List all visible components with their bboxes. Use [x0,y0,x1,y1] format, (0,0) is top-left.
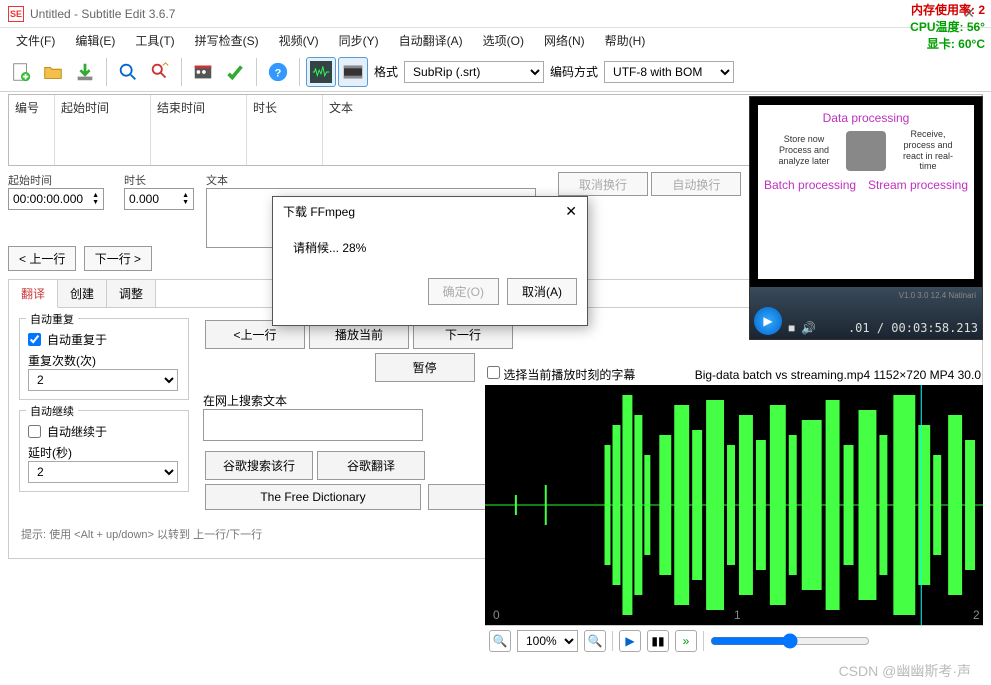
svg-text:?: ? [275,67,282,79]
tab-translate[interactable]: 翻译 [9,280,58,308]
pause-button[interactable]: 暂停 [375,353,475,382]
auto-continue-check[interactable]: 自动继续于 [28,423,180,440]
app-icon: SE [8,6,24,22]
dialog-title: 下载 FFmpeg [283,203,355,220]
menu-options[interactable]: 选项(O) [473,29,534,52]
menu-network[interactable]: 网络(N) [534,29,595,52]
system-overlay: 内存使用率: 2 CPU温度: 56° 显卡: 60°C [904,0,991,54]
ffmpeg-dialog: 下载 FFmpeg ✕ 请稍候... 28% 确定(O) 取消(A) [272,196,588,326]
menu-spell[interactable]: 拼写检查(S) [185,29,269,52]
spellcheck-icon[interactable] [220,57,250,87]
mem-usage: 内存使用率: 2 [910,2,985,19]
video-time: .01 / 00:03:58.213 [848,321,978,335]
dialog-ok-button: 确定(O) [428,278,499,305]
menu-sync[interactable]: 同步(Y) [329,29,389,52]
col-end: 结束时间 [151,95,247,165]
menu-translate[interactable]: 自动翻译(A) [389,29,473,52]
toolbar: ? 格式 SubRip (.srt) 编码方式 UTF-8 with BOM [0,52,991,92]
auto-wrap-button[interactable]: 自动换行 [651,172,741,196]
wave-play-icon[interactable]: ▶ [619,630,641,652]
auto-repeat-group: 自动重复 自动重复于 重复次数(次) 2 [19,318,189,400]
video-frame: Data processing Store now Process and an… [758,105,974,279]
menu-help[interactable]: 帮助(H) [595,29,656,52]
zoom-out-icon[interactable]: 🔍 [489,630,511,652]
search-icon[interactable] [113,57,143,87]
wave-next-icon[interactable]: » [675,630,697,652]
media-info: Big-data batch vs streaming.mp4 1152×720… [695,368,981,382]
help-icon[interactable]: ? [263,57,293,87]
select-current-check[interactable]: 选择当前播放时刻的字幕 [487,366,635,383]
cancel-wrap-button[interactable]: 取消换行 [558,172,648,196]
menubar: 文件(F) 编辑(E) 工具(T) 拼写检查(S) 视频(V) 同步(Y) 自动… [0,28,991,52]
video-icon[interactable] [338,57,368,87]
watermark: CSDN @幽幽斯考·声 [839,661,971,681]
freedict-button[interactable]: The Free Dictionary [205,484,421,510]
stop-icon[interactable]: ■ [788,321,795,335]
svg-text:2: 2 [973,608,980,622]
start-time-input[interactable]: 00:00:00.000▲▼ [8,188,104,210]
delay-select[interactable]: 2 [28,461,178,483]
tab-adjust[interactable]: 调整 [107,280,156,307]
binary-icon [846,131,886,171]
repeat-count-label: 重复次数(次) [28,352,180,369]
google-search-button[interactable]: 谷歌搜索该行 [205,451,313,480]
format-select[interactable]: SubRip (.srt) [404,61,544,83]
dialog-cancel-button[interactable]: 取消(A) [507,278,577,305]
prev-line-button[interactable]: < 上一行 [8,246,76,271]
col-start: 起始时间 [55,95,151,165]
cpu-temp: CPU温度: 56° [910,19,985,36]
wave-slider[interactable] [710,633,870,649]
encoding-label: 编码方式 [550,63,598,80]
play-icon[interactable]: ▶ [754,307,782,335]
waveform-panel: 选择当前播放时刻的字幕 Big-data batch vs streaming.… [485,364,983,656]
gpu-temp: 显卡: 60°C [910,36,985,53]
col-duration: 时长 [247,95,323,165]
zoom-in-icon[interactable]: 🔍 [584,630,606,652]
wave-pos-icon[interactable]: ▮▮ [647,630,669,652]
waveform-canvas[interactable]: 0 1 2 [485,385,983,625]
menu-tools[interactable]: 工具(T) [125,29,184,52]
waveform-icon[interactable] [306,57,336,87]
repeat-count-select[interactable]: 2 [28,369,178,391]
window-title: Untitled - Subtitle Edit 3.6.7 [30,7,175,21]
google-translate-button[interactable]: 谷歌翻译 [317,451,425,480]
volume-icon[interactable]: 🔊 [801,321,816,335]
delay-label: 延时(秒) [28,444,180,461]
svg-text:1: 1 [734,608,741,622]
menu-edit[interactable]: 编辑(E) [65,29,125,52]
auto-continue-group: 自动继续 自动继续于 延时(秒) 2 [19,410,189,492]
encoding-select[interactable]: UTF-8 with BOM [604,61,734,83]
col-number: 编号 [9,95,55,165]
next-line-button[interactable]: 下一行 > [84,246,152,271]
dialog-close-icon[interactable]: ✕ [565,203,577,220]
replace-icon[interactable] [145,57,175,87]
tab-create[interactable]: 创建 [58,280,107,307]
menu-file[interactable]: 文件(F) [6,29,65,52]
save-icon[interactable] [70,57,100,87]
format-label: 格式 [374,63,398,80]
visual-sync-icon[interactable] [188,57,218,87]
search-text-input[interactable] [203,409,423,441]
duration-input[interactable]: 0.000▲▼ [124,188,194,210]
titlebar: SE Untitled - Subtitle Edit 3.6.7 ✕ [0,0,991,28]
menu-video[interactable]: 视频(V) [269,29,329,52]
open-icon[interactable] [38,57,68,87]
text-label: 文本 [206,172,536,188]
new-icon[interactable] [6,57,36,87]
auto-repeat-check[interactable]: 自动重复于 [28,331,180,348]
dialog-body: 请稍候... 28% [273,225,587,270]
svg-text:0: 0 [493,608,500,622]
duration-label: 时长 [124,172,194,188]
start-time-label: 起始时间 [8,172,104,188]
zoom-select[interactable]: 100% [517,630,578,652]
video-preview: Data processing Store now Process and an… [749,96,983,340]
